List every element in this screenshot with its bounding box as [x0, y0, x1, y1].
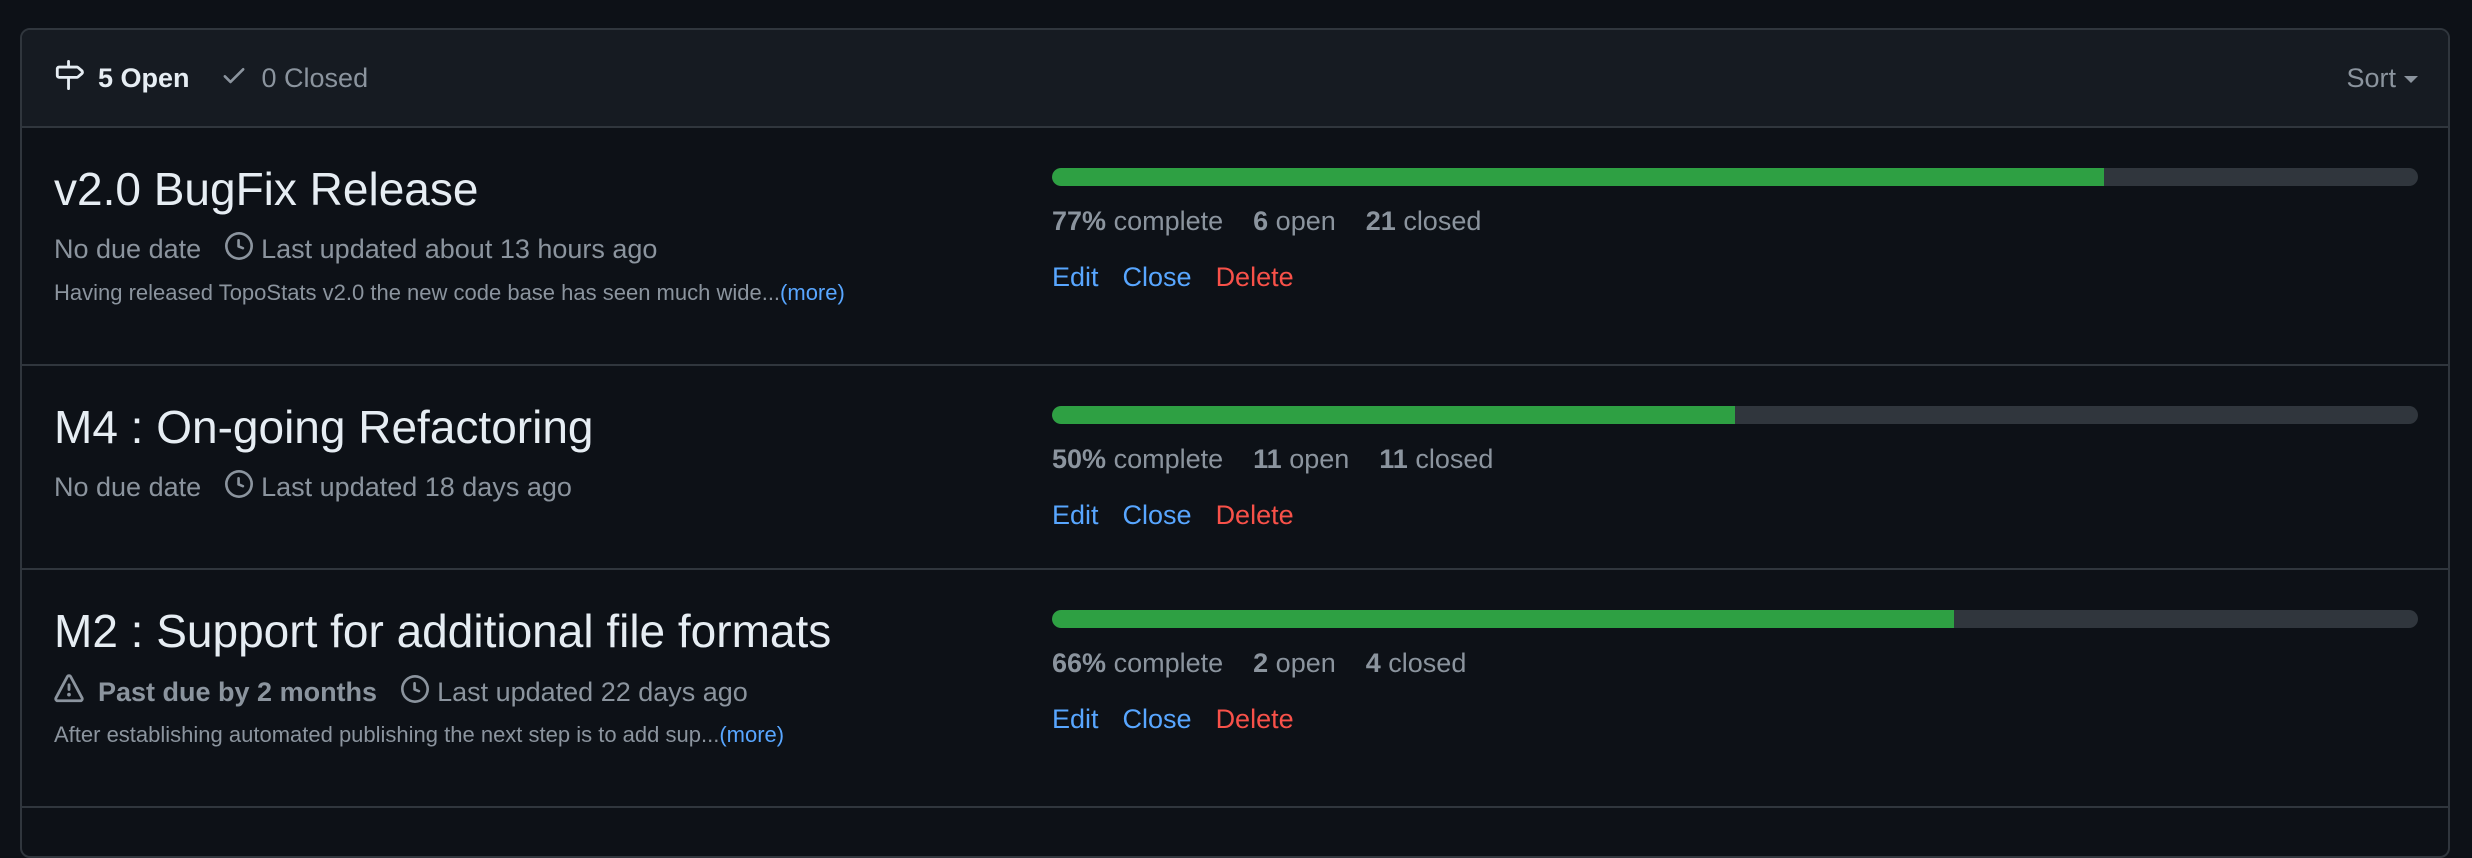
- close-button[interactable]: Close: [1123, 500, 1192, 531]
- percent-value: 77%: [1052, 206, 1107, 236]
- description-text: After establishing automated publishing …: [54, 722, 720, 747]
- past-due-text: Past due by 2 months: [98, 677, 378, 707]
- milestone-title[interactable]: M2 : Support for additional file formats: [54, 604, 831, 658]
- complete-label: complete: [1113, 444, 1224, 474]
- milestone-actions: Edit Close Delete: [1052, 704, 1318, 735]
- milestone-actions: Edit Close Delete: [1052, 262, 1318, 293]
- milestone-icon: [54, 59, 98, 97]
- closed-filter[interactable]: 0 Closed: [220, 61, 369, 96]
- closed-issues-count: 11: [1379, 444, 1408, 474]
- milestone-row: M4 : On-going Refactoring No due date La…: [22, 366, 2448, 570]
- milestone-description: After establishing automated publishing …: [54, 722, 784, 748]
- complete-label: complete: [1113, 206, 1224, 236]
- closed-issues-label: closed: [1415, 444, 1494, 474]
- percent-value: 66%: [1052, 648, 1107, 678]
- close-button[interactable]: Close: [1123, 704, 1192, 735]
- milestone-title[interactable]: M4 : On-going Refactoring: [54, 400, 594, 454]
- open-filter[interactable]: 5 Open: [54, 59, 190, 97]
- milestone-title[interactable]: v2.0 BugFix Release: [54, 162, 478, 216]
- progress-stats: 77% complete 6 open 21 closed: [1052, 206, 1511, 237]
- sort-label: Sort: [2346, 62, 2396, 93]
- last-updated-text: Last updated about 13 hours ago: [261, 234, 658, 264]
- delete-button[interactable]: Delete: [1216, 500, 1294, 531]
- closed-count-label: 0 Closed: [261, 62, 369, 93]
- due-date-text: No due date: [54, 472, 202, 502]
- clock-icon: [225, 232, 261, 267]
- complete-label: complete: [1113, 648, 1224, 678]
- alert-icon: [54, 674, 92, 711]
- closed-issues-count: 4: [1365, 648, 1381, 678]
- delete-button[interactable]: Delete: [1216, 262, 1294, 293]
- closed-issues-count: 21: [1365, 206, 1396, 236]
- progress-bar: [1052, 610, 2418, 628]
- progress-stats: 50% complete 11 open 11 closed: [1052, 444, 1523, 475]
- edit-button[interactable]: Edit: [1052, 500, 1099, 531]
- more-link[interactable]: (more): [719, 722, 784, 747]
- edit-button[interactable]: Edit: [1052, 704, 1099, 735]
- sort-dropdown[interactable]: Sort: [2346, 30, 2418, 126]
- edit-button[interactable]: Edit: [1052, 262, 1099, 293]
- closed-issues-label: closed: [1403, 206, 1482, 236]
- open-issues-label: open: [1275, 206, 1336, 236]
- clock-icon: [225, 470, 261, 505]
- milestone-meta: No due date Last updated about 13 hours …: [54, 232, 657, 267]
- milestone-row: v2.0 BugFix Release No due date Last upd…: [22, 128, 2448, 366]
- closed-issues-label: closed: [1388, 648, 1467, 678]
- close-button[interactable]: Close: [1123, 262, 1192, 293]
- chevron-down-icon: [2404, 76, 2418, 83]
- open-issues-count: 2: [1253, 648, 1269, 678]
- delete-button[interactable]: Delete: [1216, 704, 1294, 735]
- progress-bar: [1052, 406, 2418, 424]
- progress-bar: [1052, 168, 2418, 186]
- check-icon: [220, 61, 262, 96]
- clock-icon: [401, 675, 437, 710]
- open-issues-count: 6: [1253, 206, 1269, 236]
- progress-fill: [1052, 168, 2104, 186]
- open-issues-count: 11: [1253, 444, 1282, 474]
- milestone-actions: Edit Close Delete: [1052, 500, 1318, 531]
- milestone-meta: No due date Last updated 18 days ago: [54, 470, 572, 505]
- progress-fill: [1052, 406, 1735, 424]
- percent-value: 50%: [1052, 444, 1107, 474]
- open-issues-label: open: [1289, 444, 1350, 474]
- milestone-meta: Past due by 2 months Last updated 22 day…: [54, 674, 748, 711]
- open-issues-label: open: [1275, 648, 1336, 678]
- open-count-label: 5 Open: [98, 62, 190, 93]
- more-link[interactable]: (more): [780, 280, 845, 305]
- progress-fill: [1052, 610, 1954, 628]
- progress-stats: 66% complete 2 open 4 closed: [1052, 648, 1496, 679]
- last-updated-text: Last updated 18 days ago: [261, 472, 572, 502]
- due-date-text: No due date: [54, 234, 202, 264]
- milestone-description: Having released TopoStats v2.0 the new c…: [54, 280, 845, 306]
- milestone-row: M2 : Support for additional file formats…: [22, 570, 2448, 808]
- last-updated-text: Last updated 22 days ago: [437, 677, 748, 707]
- milestones-panel: 5 Open 0 Closed Sort v2.0 BugFix Release…: [20, 28, 2450, 858]
- milestones-header: 5 Open 0 Closed Sort: [22, 30, 2448, 128]
- description-text: Having released TopoStats v2.0 the new c…: [54, 280, 781, 305]
